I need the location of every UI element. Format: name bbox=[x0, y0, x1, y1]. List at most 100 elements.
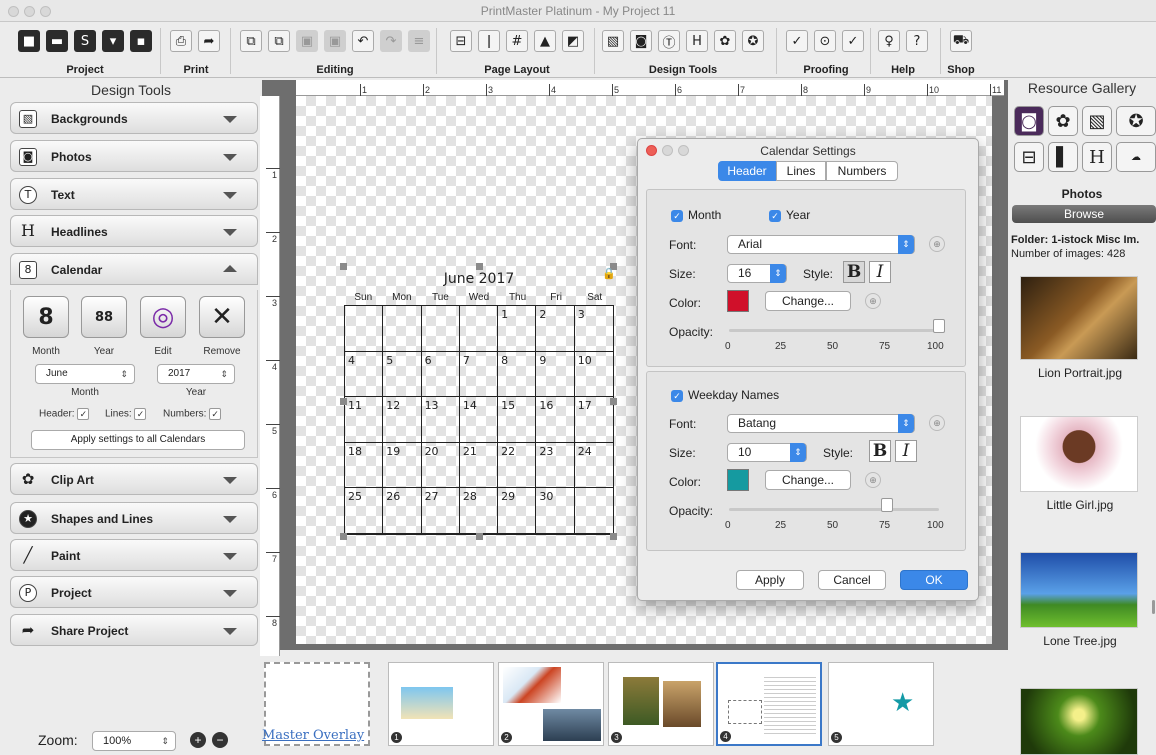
month-calendar-button[interactable]: 8 bbox=[23, 296, 69, 338]
minimize-window-button[interactable] bbox=[24, 6, 35, 17]
shop-cart-icon[interactable]: ⛟ bbox=[950, 30, 972, 52]
undo-icon[interactable]: ↶ bbox=[352, 30, 374, 52]
resize-handle[interactable] bbox=[340, 398, 347, 405]
proof-icon[interactable]: ⊙ bbox=[814, 30, 836, 52]
calendar-object[interactable]: June 2017 Sun Mon Tue Wed Thu Fri Sat 12345678… bbox=[340, 263, 617, 540]
background-icon[interactable]: ◩ bbox=[562, 30, 584, 52]
clipart-gallery-icon[interactable]: ✿ bbox=[1048, 106, 1078, 136]
shapes-gallery-icon[interactable]: ✪ bbox=[1116, 106, 1156, 136]
header-opacity-thumb[interactable] bbox=[933, 319, 945, 333]
page-thumbnail[interactable]: ★ 5 bbox=[828, 662, 934, 746]
font-options-icon[interactable]: ⊕ bbox=[929, 415, 945, 431]
tips-icon[interactable]: ♀ bbox=[878, 30, 900, 52]
header-opacity-slider[interactable] bbox=[729, 329, 939, 332]
cancel-button[interactable]: Cancel bbox=[818, 570, 886, 590]
group-icon[interactable]: ▣ bbox=[324, 30, 346, 52]
month-checkbox[interactable]: ✓ bbox=[671, 209, 683, 222]
export-icon[interactable]: ▪ bbox=[130, 30, 152, 52]
browse-button[interactable]: Browse bbox=[1012, 205, 1156, 223]
weekday-change-color-button[interactable]: Change... bbox=[765, 470, 851, 490]
copy-icon[interactable]: ⧉ bbox=[240, 30, 262, 52]
share-print-icon[interactable]: ➦ bbox=[198, 30, 220, 52]
page-size-icon[interactable]: ⊟ bbox=[450, 30, 472, 52]
lion-portrait-thumbnail[interactable] bbox=[1020, 276, 1138, 360]
italic-button[interactable]: I bbox=[869, 261, 891, 283]
bold-button[interactable]: B bbox=[869, 440, 891, 462]
resize-handle[interactable] bbox=[476, 533, 483, 540]
master-overlay-label[interactable]: Master Overlay bbox=[262, 728, 364, 743]
weekday-size-select[interactable]: 10 ⇕ bbox=[727, 443, 807, 462]
save-icon[interactable]: S bbox=[74, 30, 96, 52]
page-thumbnail[interactable]: 3 bbox=[608, 662, 714, 746]
remove-calendar-button[interactable]: ✕ bbox=[199, 296, 245, 338]
header-font-select[interactable]: Arial ⇕ bbox=[727, 235, 915, 254]
resize-handle[interactable] bbox=[476, 263, 483, 270]
borders-gallery-icon[interactable]: ▌ bbox=[1048, 142, 1078, 172]
layers-icon[interactable]: ≡ bbox=[408, 30, 430, 52]
close-window-button[interactable] bbox=[8, 6, 19, 17]
numbers-checkbox[interactable]: ✓ bbox=[209, 408, 222, 420]
save-as-icon[interactable]: ▾ bbox=[102, 30, 124, 52]
weekday-font-select[interactable]: Batang ⇕ bbox=[727, 414, 915, 433]
panel-clip-art[interactable]: ✿ Clip Art bbox=[10, 463, 258, 495]
apply-button[interactable]: Apply bbox=[736, 570, 804, 590]
year-checkbox[interactable]: ✓ bbox=[769, 209, 781, 222]
weekday-names-checkbox[interactable]: ✓ bbox=[671, 389, 683, 402]
panel-photos[interactable]: ◙ Photos bbox=[10, 140, 258, 172]
duplicate-icon[interactable]: ▣ bbox=[296, 30, 318, 52]
panel-paint[interactable]: ╱ Paint bbox=[10, 539, 258, 571]
new-project-icon[interactable]: ■ bbox=[18, 30, 40, 52]
redo-icon[interactable]: ↷ bbox=[380, 30, 402, 52]
header-checkbox[interactable]: ✓ bbox=[77, 408, 90, 420]
resize-handle[interactable] bbox=[610, 533, 617, 540]
italic-button[interactable]: I bbox=[895, 440, 917, 462]
header-color-swatch[interactable] bbox=[727, 290, 749, 312]
year-select[interactable]: 2017 ⇕ bbox=[157, 364, 235, 384]
edit-calendar-button[interactable]: ◎ bbox=[140, 296, 186, 338]
photos-gallery-icon[interactable]: ◙ bbox=[1014, 106, 1044, 136]
apply-all-calendars-button[interactable]: Apply settings to all Calendars bbox=[31, 430, 245, 450]
online-gallery-icon[interactable]: ☁ bbox=[1116, 142, 1156, 172]
clipart-tool-icon[interactable]: ✿ bbox=[714, 30, 736, 52]
lone-tree-thumbnail[interactable] bbox=[1020, 552, 1138, 628]
panel-share-project[interactable]: ➦ Share Project bbox=[10, 614, 258, 646]
resize-handle[interactable] bbox=[340, 533, 347, 540]
backgrounds-gallery-icon[interactable]: ▧ bbox=[1082, 106, 1112, 136]
spellcheck-icon[interactable]: ✓ bbox=[786, 30, 808, 52]
tab-lines[interactable]: Lines bbox=[776, 161, 826, 181]
panel-project[interactable]: P Project bbox=[10, 576, 258, 608]
photos-tool-icon[interactable]: ◙ bbox=[630, 30, 652, 52]
grid-icon[interactable]: # bbox=[506, 30, 528, 52]
zoom-out-icon[interactable]: − bbox=[212, 732, 228, 748]
weekday-opacity-thumb[interactable] bbox=[880, 498, 893, 512]
tab-numbers[interactable]: Numbers bbox=[826, 161, 898, 181]
year-calendar-button[interactable]: 88 bbox=[81, 296, 127, 338]
shapes-tool-icon[interactable]: ✪ bbox=[742, 30, 764, 52]
page-thumbnail[interactable]: 2 bbox=[498, 662, 604, 746]
lines-checkbox[interactable]: ✓ bbox=[134, 408, 147, 420]
green-field-thumbnail[interactable] bbox=[1020, 688, 1138, 755]
panel-backgrounds[interactable]: ▧ Backgrounds bbox=[10, 102, 258, 134]
zoom-select[interactable]: 100% ⇕ bbox=[92, 731, 176, 751]
gallery-scrollbar[interactable] bbox=[1152, 600, 1155, 614]
guides-icon[interactable]: ǀ bbox=[478, 30, 500, 52]
zoom-window-button[interactable] bbox=[40, 6, 51, 17]
header-change-color-button[interactable]: Change... bbox=[765, 291, 851, 311]
panel-headlines[interactable]: H Headlines bbox=[10, 215, 258, 247]
little-girl-thumbnail[interactable] bbox=[1020, 416, 1138, 492]
page-thumbnail[interactable]: 1 bbox=[388, 662, 494, 746]
backgrounds-tool-icon[interactable]: ▧ bbox=[602, 30, 624, 52]
font-options-icon[interactable]: ⊕ bbox=[929, 236, 945, 252]
color-options-icon[interactable]: ⊕ bbox=[865, 472, 881, 488]
help-icon[interactable]: ? bbox=[906, 30, 928, 52]
color-options-icon[interactable]: ⊕ bbox=[865, 293, 881, 309]
bold-button[interactable]: B bbox=[843, 261, 865, 283]
grammar-icon[interactable]: ✓ bbox=[842, 30, 864, 52]
align-icon[interactable]: ▲ bbox=[534, 30, 556, 52]
paste-icon[interactable]: ⧉ bbox=[268, 30, 290, 52]
panel-calendar[interactable]: 8 Calendar bbox=[10, 253, 258, 285]
panel-shapes-lines[interactable]: ★ Shapes and Lines bbox=[10, 502, 258, 534]
resize-handle[interactable] bbox=[340, 263, 347, 270]
tab-header[interactable]: Header bbox=[718, 161, 776, 181]
weekday-opacity-slider[interactable] bbox=[729, 508, 939, 511]
